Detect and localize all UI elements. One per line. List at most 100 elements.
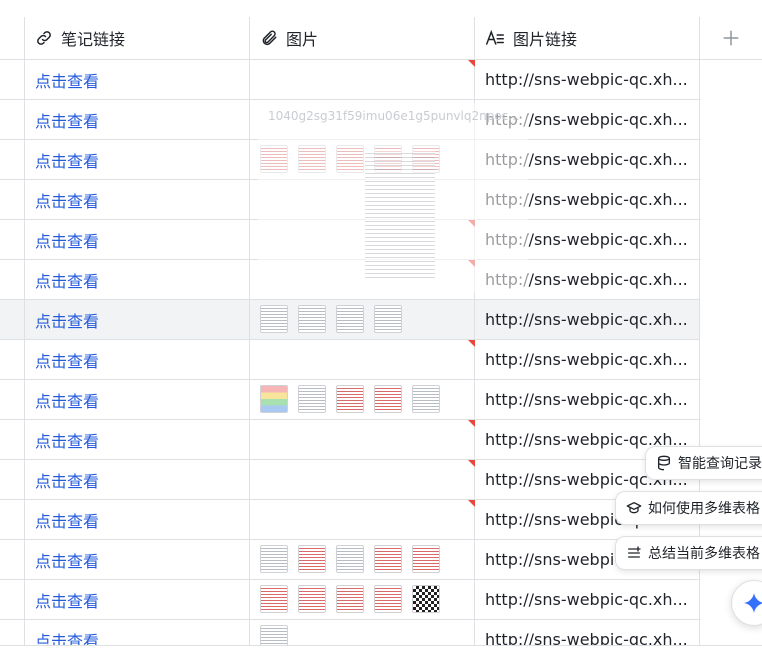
note-link-cell[interactable]: 点击查看	[25, 460, 250, 499]
view-note-link[interactable]: 点击查看	[35, 428, 99, 452]
image-thumbnail[interactable]	[260, 385, 288, 413]
image-thumbnail[interactable]	[260, 625, 288, 645]
assistant-chip-how-to-use[interactable]: 如何使用多维表格	[615, 491, 762, 525]
image-thumbnail[interactable]	[260, 585, 288, 613]
table-row[interactable]: 点击查看 http://sns-webpic-qc.xh...	[0, 300, 700, 340]
image-link-cell[interactable]: http://sns-webpic-qc.xh...	[475, 620, 700, 645]
images-cell[interactable]	[250, 420, 475, 459]
view-note-link[interactable]: 点击查看	[35, 148, 99, 172]
images-cell[interactable]	[250, 340, 475, 379]
note-link-cell[interactable]: 点击查看	[25, 300, 250, 339]
note-link-cell[interactable]: 点击查看	[25, 380, 250, 419]
image-thumbnail[interactable]	[336, 585, 364, 613]
images-cell[interactable]	[250, 620, 475, 645]
view-note-link[interactable]: 点击查看	[35, 228, 99, 252]
image-link-cell[interactable]: http://sns-webpic-qc.xh...	[475, 260, 700, 299]
note-link-cell[interactable]: 点击查看	[25, 420, 250, 459]
image-thumbnail[interactable]	[412, 545, 440, 573]
image-thumbnail[interactable]	[336, 305, 364, 333]
image-thumbnail[interactable]	[374, 585, 402, 613]
add-column-button[interactable]	[700, 17, 762, 59]
view-note-link[interactable]: 点击查看	[35, 268, 99, 292]
image-thumbnail[interactable]	[374, 305, 402, 333]
view-note-link[interactable]: 点击查看	[35, 588, 99, 612]
image-link-cell[interactable]: http://sns-webpic-qc.xh...	[475, 180, 700, 219]
row-gutter[interactable]	[0, 500, 25, 539]
row-gutter[interactable]	[0, 300, 25, 339]
column-header-note-link[interactable]: 笔记链接	[25, 17, 250, 59]
image-thumbnail[interactable]	[298, 545, 326, 573]
image-link-cell[interactable]: http://sns-webpic-qc.xh...	[475, 220, 700, 259]
note-link-cell[interactable]: 点击查看	[25, 260, 250, 299]
image-link-cell[interactable]: http://sns-webpic-qc.xh...	[475, 300, 700, 339]
note-link-cell[interactable]: 点击查看	[25, 100, 250, 139]
images-cell[interactable]	[250, 60, 475, 99]
view-note-link[interactable]: 点击查看	[35, 188, 99, 212]
note-link-cell[interactable]: 点击查看	[25, 500, 250, 539]
image-link-cell[interactable]: http://sns-webpic-qc.xh...	[475, 340, 700, 379]
table-row[interactable]: 点击查看 http://sns-webpic-qc.xh...	[0, 580, 700, 620]
images-cell[interactable]	[250, 580, 475, 619]
image-thumbnail[interactable]	[260, 145, 288, 173]
images-cell[interactable]	[250, 380, 475, 419]
table-row[interactable]: 点击查看 http://sns-webpic-qc.xh...	[0, 260, 700, 300]
images-cell[interactable]	[250, 140, 475, 179]
row-gutter[interactable]	[0, 60, 25, 99]
image-thumbnail[interactable]	[336, 385, 364, 413]
row-gutter[interactable]	[0, 580, 25, 619]
row-gutter[interactable]	[0, 260, 25, 299]
note-link-cell[interactable]: 点击查看	[25, 180, 250, 219]
row-gutter[interactable]	[0, 620, 25, 645]
images-cell[interactable]	[250, 300, 475, 339]
table-row[interactable]: 点击查看 http://sns-webpic-qc.xh...	[0, 460, 700, 500]
row-gutter[interactable]	[0, 380, 25, 419]
image-thumbnail[interactable]	[374, 545, 402, 573]
table-row[interactable]: 点击查看 http://sns-webpic-qc.xh...	[0, 380, 700, 420]
view-note-link[interactable]: 点击查看	[35, 628, 99, 646]
note-link-cell[interactable]: 点击查看	[25, 340, 250, 379]
row-gutter[interactable]	[0, 140, 25, 179]
table-row[interactable]: 点击查看 http://sns-webpic-qc.xh...	[0, 540, 700, 580]
table-row[interactable]: 点击查看 http://sns-webpic-qc.xh...	[0, 340, 700, 380]
image-link-cell[interactable]: http://sns-webpic-qc.xh...	[475, 380, 700, 419]
assistant-chip-summarize[interactable]: 总结当前多维表格	[615, 536, 762, 570]
table-row[interactable]: 点击查看 http://sns-webpic-qc.xh...	[0, 180, 700, 220]
table-row[interactable]: 点击查看 http://sns-webpic-qc.xh...	[0, 620, 700, 645]
row-gutter[interactable]	[0, 180, 25, 219]
note-link-cell[interactable]: 点击查看	[25, 620, 250, 645]
images-cell[interactable]	[250, 500, 475, 539]
table-row[interactable]: 点击查看 http://sns-webpic-qc.xh...	[0, 500, 700, 540]
assistant-chip-smart-query[interactable]: 智能查询记录	[645, 446, 762, 480]
image-thumbnail[interactable]	[298, 305, 326, 333]
image-link-cell[interactable]: http://sns-webpic-qc.xh...	[475, 580, 700, 619]
images-cell[interactable]	[250, 260, 475, 299]
row-gutter[interactable]	[0, 340, 25, 379]
image-thumbnail[interactable]	[298, 385, 326, 413]
row-gutter[interactable]	[0, 540, 25, 579]
view-note-link[interactable]: 点击查看	[35, 508, 99, 532]
view-note-link[interactable]: 点击查看	[35, 68, 99, 92]
view-note-link[interactable]: 点击查看	[35, 388, 99, 412]
image-thumbnail[interactable]	[412, 385, 440, 413]
image-thumbnail[interactable]	[260, 545, 288, 573]
image-link-cell[interactable]: http://sns-webpic-qc.xh...	[475, 60, 700, 99]
table-row[interactable]: 点击查看 http://sns-webpic-qc.xh...	[0, 140, 700, 180]
image-thumbnail[interactable]	[298, 585, 326, 613]
note-link-cell[interactable]: 点击查看	[25, 580, 250, 619]
row-gutter[interactable]	[0, 460, 25, 499]
row-gutter[interactable]	[0, 220, 25, 259]
images-cell[interactable]	[250, 180, 475, 219]
row-gutter[interactable]	[0, 100, 25, 139]
table-row[interactable]: 点击查看 http://sns-webpic-qc.xh...	[0, 420, 700, 460]
image-thumbnail[interactable]	[336, 545, 364, 573]
images-cell[interactable]	[250, 460, 475, 499]
view-note-link[interactable]: 点击查看	[35, 348, 99, 372]
image-thumbnail[interactable]	[260, 305, 288, 333]
view-note-link[interactable]: 点击查看	[35, 548, 99, 572]
view-note-link[interactable]: 点击查看	[35, 468, 99, 492]
row-gutter[interactable]	[0, 420, 25, 459]
view-note-link[interactable]: 点击查看	[35, 308, 99, 332]
note-link-cell[interactable]: 点击查看	[25, 540, 250, 579]
image-thumbnail[interactable]	[412, 585, 440, 613]
images-cell[interactable]	[250, 540, 475, 579]
